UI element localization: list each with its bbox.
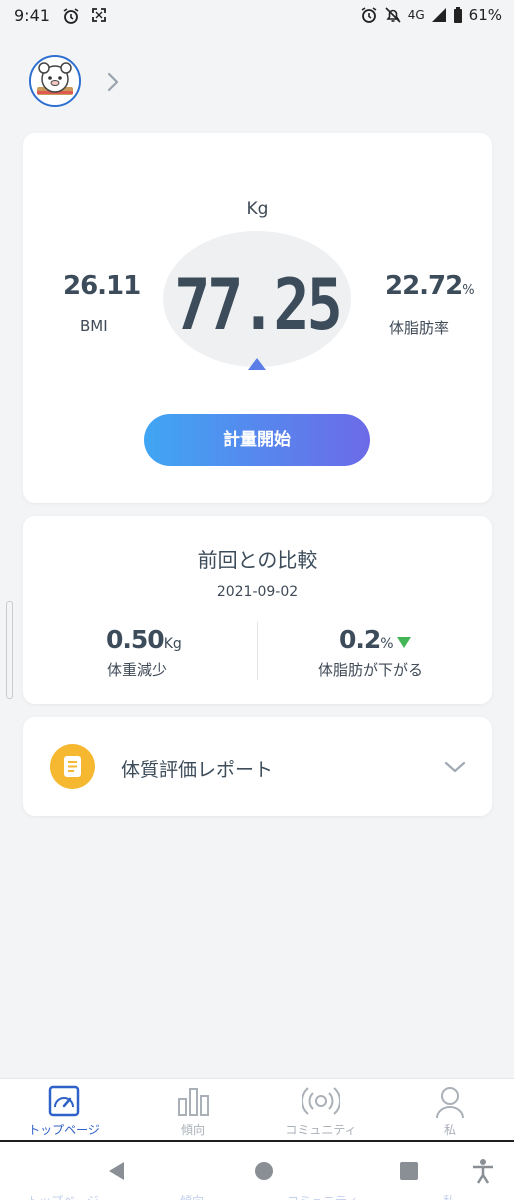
fat-change: 0.2% bbox=[339, 625, 394, 654]
chevron-right-icon[interactable] bbox=[106, 72, 120, 96]
report-label: 体質評価レポート bbox=[121, 759, 274, 781]
comparison-title: 前回との比較 bbox=[197, 548, 318, 572]
network-type: 4G bbox=[407, 8, 425, 22]
ghost-nav-label: トップページ bbox=[27, 1192, 99, 1200]
nav-label-community: コミュニティ bbox=[285, 1123, 357, 1137]
nav-label-me: 私 bbox=[443, 1123, 456, 1137]
weight-change-label: 体重減少 bbox=[107, 661, 168, 679]
ghost-nav-label: 傾向 bbox=[180, 1192, 204, 1200]
gauge-icon bbox=[48, 1085, 80, 1117]
system-nav-bar: トップページ 傾向 コミュニティ 私 bbox=[0, 1142, 514, 1200]
body-fat-value: 22.72% bbox=[385, 271, 475, 301]
screenshot-icon bbox=[91, 7, 107, 27]
home-icon[interactable] bbox=[254, 1161, 274, 1185]
nav-label-trend: 傾向 bbox=[180, 1123, 205, 1137]
measurement-card: Kg 77.25 26.11 BMI 22.72% 体脂肪率 計量開始 bbox=[23, 133, 492, 503]
chevron-down-icon[interactable] bbox=[443, 759, 467, 779]
weight-value: 77.25 bbox=[174, 264, 343, 347]
alarm-icon bbox=[360, 6, 378, 24]
avatar[interactable] bbox=[29, 55, 81, 107]
bmi-value: 26.11 bbox=[63, 271, 141, 301]
bmi-label: BMI bbox=[80, 317, 108, 335]
bottom-nav: トップページ 傾向 コミュニティ 私 bbox=[0, 1078, 514, 1141]
weight-change-unit: Kg bbox=[163, 636, 182, 652]
weight-change: 0.50Kg bbox=[106, 625, 182, 654]
alarm-icon bbox=[62, 7, 80, 29]
ghost-nav-label: 私 bbox=[443, 1192, 455, 1200]
body-fat-unit: % bbox=[462, 283, 475, 298]
recents-icon[interactable] bbox=[399, 1161, 419, 1185]
scroll-indicator bbox=[6, 601, 13, 699]
back-icon[interactable] bbox=[106, 1160, 126, 1186]
broadcast-icon bbox=[302, 1087, 340, 1115]
nav-item-top[interactable]: トップページ bbox=[0, 1079, 128, 1141]
trend-down-icon bbox=[397, 637, 411, 648]
body-fat-label: 体脂肪率 bbox=[389, 319, 450, 337]
person-icon bbox=[436, 1087, 464, 1119]
mute-icon bbox=[384, 6, 402, 24]
comparison-date: 2021-09-02 bbox=[216, 584, 299, 600]
weight-unit: Kg bbox=[246, 199, 269, 219]
nav-item-trend[interactable]: 傾向 bbox=[129, 1079, 257, 1141]
battery-icon bbox=[453, 6, 463, 24]
status-time: 9:41 bbox=[14, 6, 50, 25]
report-card[interactable]: 体質評価レポート bbox=[23, 717, 492, 816]
bar-chart-icon bbox=[178, 1088, 209, 1116]
status-bar: 9:41 4G 61% bbox=[0, 0, 514, 32]
nav-item-me[interactable]: 私 bbox=[386, 1079, 514, 1141]
pointer-icon bbox=[248, 358, 266, 370]
divider bbox=[257, 622, 258, 680]
document-icon bbox=[50, 744, 95, 789]
accessibility-icon[interactable] bbox=[471, 1158, 495, 1188]
start-measure-button[interactable]: 計量開始 bbox=[144, 414, 370, 466]
signal-icon bbox=[431, 7, 447, 23]
battery-level: 61% bbox=[468, 6, 502, 24]
ghost-nav-label: コミュニティ bbox=[287, 1192, 358, 1200]
fat-change-unit: % bbox=[380, 636, 394, 652]
nav-label-top: トップページ bbox=[28, 1123, 100, 1137]
comparison-card: 前回との比較 2021-09-02 0.50Kg 体重減少 0.2% 体脂肪が下… bbox=[23, 516, 492, 704]
nav-item-community[interactable]: コミュニティ bbox=[257, 1079, 385, 1141]
fat-change-label: 体脂肪が下がる bbox=[318, 661, 424, 679]
